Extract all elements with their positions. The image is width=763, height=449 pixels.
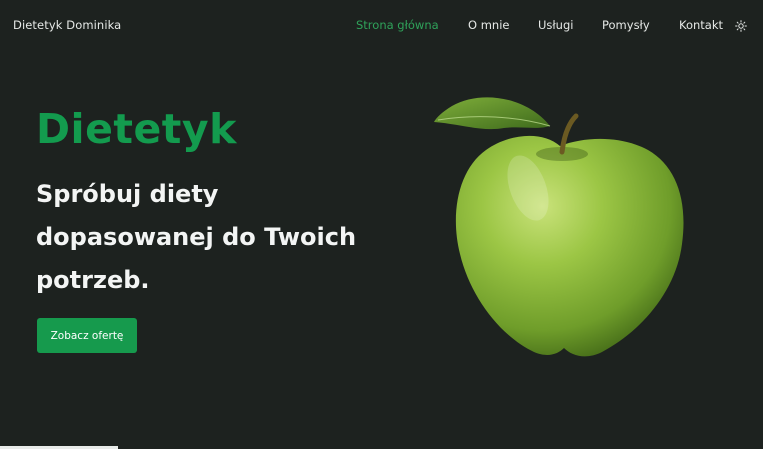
- sun-icon[interactable]: [735, 17, 747, 32]
- hero-subtitle-line-2: dopasowanej do Twoich: [36, 223, 357, 251]
- hero-subtitle-line-3: potrzeb.: [36, 266, 150, 294]
- hero-title: Dietetyk: [36, 105, 237, 153]
- nav-item-contact[interactable]: Kontakt: [679, 18, 723, 32]
- hero-subtitle-line-1: Spróbuj diety: [36, 180, 219, 208]
- nav-menu: Strona główna O mnie Usługi Pomysły Kont…: [0, 18, 763, 34]
- nav-item-about[interactable]: O mnie: [468, 18, 509, 32]
- green-apple-image: [430, 84, 690, 364]
- nav-item-ideas[interactable]: Pomysły: [602, 18, 650, 32]
- top-navigation: Dietetyk Dominika Strona główna O mnie U…: [0, 0, 763, 52]
- see-offer-button[interactable]: Zobacz ofertę: [37, 318, 137, 353]
- nav-item-services[interactable]: Usługi: [538, 18, 573, 32]
- hero-subtitle: Spróbuj diety dopasowanej do Twoich potr…: [36, 173, 396, 302]
- nav-item-home[interactable]: Strona główna: [356, 18, 439, 32]
